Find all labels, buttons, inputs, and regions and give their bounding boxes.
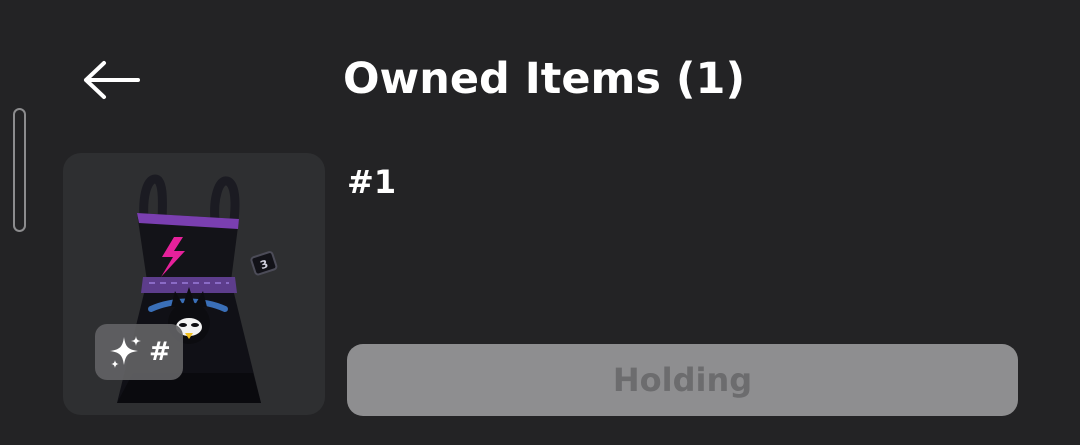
sparkle-icon [110,336,141,368]
badge-label: # [149,337,171,367]
serial-badge: # [95,324,183,380]
holding-button[interactable]: Holding [347,344,1018,416]
back-button[interactable] [76,52,146,108]
item-thumbnail[interactable]: 3 # [63,153,325,415]
serial-number: #1 [347,163,397,201]
scrollbar[interactable] [13,108,26,232]
page-title: Owned Items (1) [343,54,746,104]
arrow-left-icon [84,61,140,99]
owned-items-screen: Owned Items (1) 3 # #1 Holding [0,0,1080,445]
